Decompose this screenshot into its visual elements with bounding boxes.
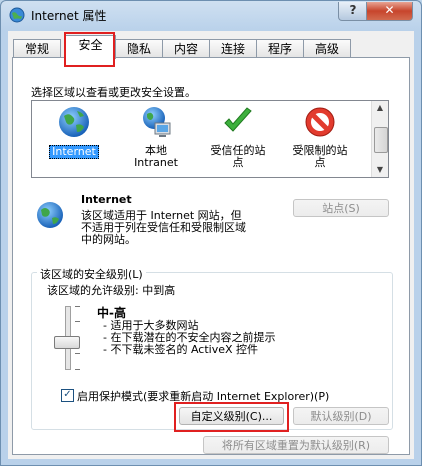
- sites-button[interactable]: 站点(S): [293, 199, 389, 217]
- tab-general[interactable]: 常规: [13, 39, 61, 58]
- zone-internet[interactable]: Internet: [36, 105, 112, 159]
- security-level-slider-thumb[interactable]: [54, 336, 80, 349]
- tab-content[interactable]: 内容: [162, 39, 210, 58]
- tab-connections[interactable]: 连接: [209, 39, 257, 58]
- security-tab-panel: 选择区域以查看或更改安全设置。 Internet 本地 Intranet 受信任…: [12, 57, 410, 455]
- globe-icon: [59, 107, 89, 137]
- zone-list-scrollbar[interactable]: ▲ ▼: [371, 101, 388, 177]
- zone-local-intranet[interactable]: 本地 Intranet: [118, 105, 194, 169]
- protected-mode-checkbox[interactable]: ✓: [61, 389, 74, 402]
- security-tab-highlight: [64, 32, 115, 67]
- red-prohibited-icon: [305, 107, 335, 137]
- internet-options-icon: [9, 7, 25, 23]
- zone-prompt: 选择区域以查看或更改安全设置。: [31, 86, 196, 99]
- level-description: - 适用于大多数网站 - 在下载潜在的不安全内容之前提示 - 不下载未签名的 A…: [103, 320, 275, 356]
- title-bar: Internet 属性 ? ✕: [1, 1, 421, 29]
- allowed-level-text: 该区域的允许级别: 中到高: [47, 284, 176, 297]
- close-button[interactable]: ✕: [366, 2, 413, 21]
- green-check-icon: [224, 107, 252, 132]
- internet-zone-globe-icon: [37, 202, 63, 228]
- default-level-button[interactable]: 默认级别(D): [293, 407, 389, 425]
- scroll-up-icon[interactable]: ▲: [372, 101, 388, 115]
- local-intranet-icon: [143, 107, 171, 137]
- selected-zone-description: 该区域适用于 Internet 网站，但 不适用于列在受信任和受限制区域 中的网…: [81, 209, 246, 246]
- reset-all-zones-button[interactable]: 将所有区域重置为默认级别(R): [203, 436, 389, 454]
- selected-zone-name: Internet: [81, 193, 132, 206]
- zone-label: 本地 Intranet: [134, 144, 178, 169]
- tab-advanced[interactable]: 高级: [303, 39, 351, 58]
- scroll-down-icon[interactable]: ▼: [372, 163, 388, 177]
- zone-trusted-sites[interactable]: 受信任的站 点: [200, 105, 276, 169]
- zone-label: Internet: [49, 145, 99, 159]
- dialog-client-area: 常规 安全 隐私 内容 连接 程序 高级 选择区域以查看或更改安全设置。 Int…: [8, 31, 414, 459]
- scrollbar-thumb[interactable]: [374, 127, 388, 153]
- internet-properties-window: Internet 属性 ? ✕ 常规 安全 隐私 内容 连接 程序 高级 选择区…: [0, 0, 422, 466]
- custom-level-highlight: [174, 402, 289, 432]
- security-level-legend: 该区域的安全级别(L): [37, 266, 146, 282]
- tab-programs[interactable]: 程序: [256, 39, 304, 58]
- level-bullet: - 不下载未签名的 ActiveX 控件: [103, 343, 259, 356]
- zone-restricted-sites[interactable]: 受限制的站 点: [282, 105, 358, 169]
- window-title: Internet 属性: [31, 9, 107, 23]
- zone-list[interactable]: Internet 本地 Intranet 受信任的站 点 受限制的站 点 ▲ ▼: [31, 100, 389, 178]
- zone-label: 受限制的站 点: [292, 144, 348, 169]
- zone-label: 受信任的站 点: [210, 144, 266, 169]
- tab-privacy[interactable]: 隐私: [115, 39, 163, 58]
- help-button[interactable]: ?: [338, 2, 368, 21]
